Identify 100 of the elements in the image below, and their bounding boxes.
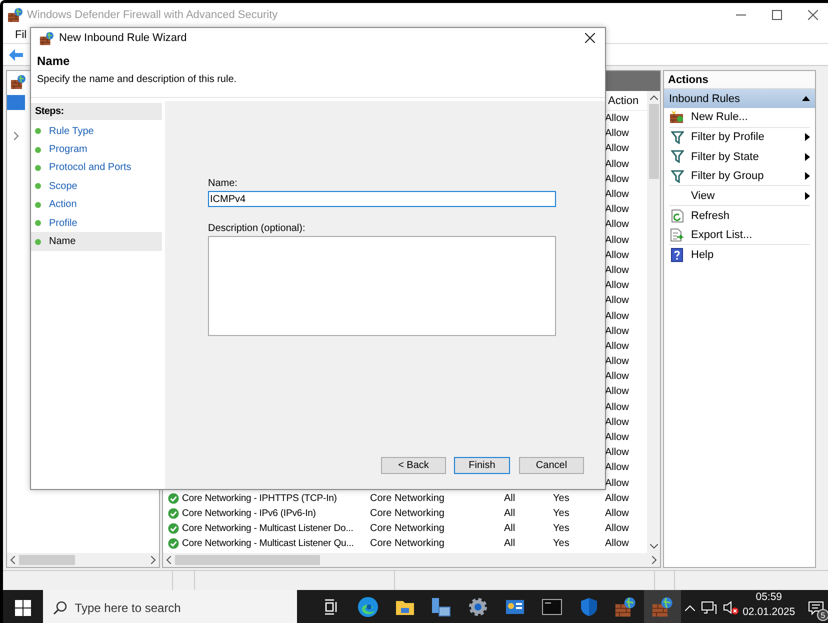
step-link[interactable]: Protocol and Ports	[49, 162, 132, 174]
firewall-icon	[10, 74, 26, 90]
scrollbar-thumb[interactable]	[19, 555, 75, 565]
scroll-right-icon[interactable]	[151, 556, 156, 564]
check-icon	[168, 508, 179, 519]
table-cell: Allow	[605, 340, 629, 352]
table-cell: Allow	[605, 174, 629, 185]
maximize-icon[interactable]	[772, 10, 782, 20]
network-icon[interactable]	[700, 601, 717, 615]
table-cell: Allow	[605, 538, 629, 550]
dialog-title: New Inbound Rule Wizard	[59, 32, 188, 44]
scrollbar-thumb[interactable]	[648, 104, 658, 179]
name-field[interactable]: ICMPv4	[208, 191, 556, 207]
scroll-left-icon[interactable]	[166, 556, 171, 564]
action-item[interactable]: View	[691, 190, 799, 202]
table-cell: Yes	[553, 492, 570, 504]
table-cell: All	[504, 523, 516, 534]
search-placeholder: Type here to search	[74, 601, 181, 615]
table-cell: Core Networking	[370, 523, 444, 534]
table-cell: Allow	[605, 250, 629, 261]
description-field[interactable]	[208, 236, 556, 336]
table-cell: Allow	[605, 310, 629, 322]
table-cell: Allow	[605, 158, 629, 170]
table-cell: All	[504, 508, 516, 519]
step-dot-icon	[35, 146, 41, 153]
back-arrow-icon[interactable]	[9, 48, 23, 60]
filter-icon	[670, 170, 684, 183]
step-dot-icon	[35, 238, 41, 245]
table-cell: Core Networking - IPv6 (IPv6-In)	[182, 508, 316, 519]
table-cell: Allow	[605, 113, 629, 124]
search-icon	[52, 601, 67, 615]
step-dot-icon	[35, 164, 41, 171]
step-link[interactable]: Scope	[49, 180, 78, 192]
step-link[interactable]: Rule Type	[49, 126, 94, 137]
table-cell: Allow	[605, 478, 629, 489]
table-cell: Allow	[605, 219, 629, 230]
table-cell: All	[504, 538, 516, 550]
dialog-button[interactable]: Finish	[454, 457, 510, 474]
dialog-button[interactable]: Cancel	[519, 457, 584, 474]
export-icon	[670, 228, 684, 242]
close-icon[interactable]	[585, 33, 595, 43]
control-panel-icon	[504, 598, 525, 616]
help-icon	[671, 248, 683, 262]
table-cell: Allow	[605, 326, 629, 337]
clock-date[interactable]: 02.01.2025	[742, 605, 796, 620]
action-item[interactable]: Filter by Profile	[691, 131, 799, 144]
step-dot-icon	[35, 202, 41, 208]
menu-item[interactable]: Fil	[15, 28, 27, 40]
browser-icon	[356, 596, 379, 618]
table-cell: Allow	[605, 523, 629, 534]
settings-icon	[468, 597, 488, 617]
dialog-button[interactable]: < Back	[381, 457, 446, 474]
notification-button[interactable]: 5	[801, 590, 828, 623]
terminal-icon	[542, 599, 562, 615]
refresh-icon	[670, 208, 684, 223]
action-item[interactable]: Refresh	[691, 210, 810, 222]
table-cell: Allow	[605, 416, 629, 428]
scroll-down-icon[interactable]	[650, 544, 658, 549]
scroll-up-icon[interactable]	[650, 95, 658, 100]
field-label: Description (optional):	[208, 223, 306, 234]
window-title: Windows Defender Firewall with Advanced Security	[27, 8, 279, 20]
windows-logo-icon	[14, 600, 31, 616]
page-subtitle: Specify the name and description of this rule.	[37, 74, 238, 85]
chevron-icon[interactable]	[14, 132, 19, 140]
step-link[interactable]: Profile	[49, 218, 78, 229]
chevron-up-icon[interactable]	[684, 605, 695, 611]
table-cell: Allow	[605, 295, 629, 306]
filter-icon	[670, 130, 684, 144]
table-cell: Core Networking	[370, 492, 444, 504]
filter-icon	[670, 150, 684, 164]
action-item[interactable]: New Rule...	[691, 111, 810, 124]
field-label: Name:	[208, 178, 238, 189]
server-icon	[430, 596, 452, 618]
section-header[interactable]: Inbound Rules	[664, 89, 815, 108]
scrollbar-thumb[interactable]	[175, 555, 320, 565]
table-cell: Allow	[605, 143, 629, 154]
scroll-right-icon[interactable]	[652, 556, 657, 564]
close-icon[interactable]	[808, 10, 818, 20]
search-field[interactable]: Type here to search	[42, 590, 297, 623]
table-cell: Allow	[605, 234, 629, 246]
table-cell: Yes	[553, 523, 570, 534]
check-icon	[168, 523, 179, 534]
table-cell: Core Networking - IPHTTPS (TCP-In)	[182, 492, 337, 504]
table-cell: Core Networking - Multicast Listener Qu...	[182, 538, 354, 550]
step-link[interactable]: Program	[49, 144, 88, 156]
shield-icon	[580, 597, 598, 617]
clock-time[interactable]: 05:59	[756, 590, 782, 605]
action-item[interactable]: Filter by State	[691, 150, 799, 163]
action-item[interactable]: Filter by Group	[691, 170, 799, 182]
step-link[interactable]: Action	[49, 199, 77, 210]
action-item[interactable]: Help	[691, 248, 810, 261]
brick-wall-icon	[669, 110, 685, 124]
table-cell: All	[504, 492, 516, 504]
step-link[interactable]: Name	[49, 236, 76, 248]
table-cell: Allow	[605, 508, 629, 519]
volume-muted-icon[interactable]	[722, 601, 739, 615]
scroll-left-icon[interactable]	[10, 556, 15, 564]
table-cell: Allow	[605, 264, 629, 276]
action-item[interactable]: Export List...	[691, 228, 810, 241]
table-cell: Allow	[605, 280, 629, 292]
